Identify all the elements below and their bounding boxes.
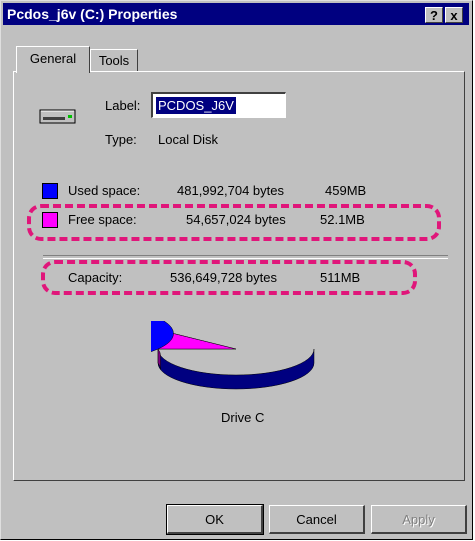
label-caption: Label: xyxy=(105,98,141,113)
used-space-bytes: 481,992,704 bytes xyxy=(177,183,284,198)
tab-general[interactable]: General xyxy=(16,46,90,73)
properties-window: Pcdos_j6v (C:) Properties ? x General To… xyxy=(0,0,473,540)
used-space-caption: Used space: xyxy=(68,183,141,198)
help-button[interactable]: ? xyxy=(425,7,443,23)
apply-button[interactable]: Apply xyxy=(371,505,467,534)
used-space-swatch xyxy=(42,183,58,199)
divider xyxy=(43,255,448,259)
used-space-size: 459MB xyxy=(325,183,367,198)
tab-tools[interactable]: Tools xyxy=(90,49,138,71)
close-button[interactable]: x xyxy=(445,7,463,23)
drive-caption: Drive C xyxy=(221,410,265,425)
pie-side-used xyxy=(157,348,315,390)
capacity-highlight xyxy=(41,260,417,295)
hard-drive-icon xyxy=(39,109,76,124)
label-input[interactable]: PCDOS_J6V xyxy=(151,92,286,118)
type-value: Local Disk xyxy=(158,132,218,147)
type-caption: Type: xyxy=(105,132,137,147)
title-bar: Pcdos_j6v (C:) Properties ? x xyxy=(3,3,469,25)
window-title: Pcdos_j6v (C:) Properties xyxy=(7,6,178,22)
free-space-highlight xyxy=(27,204,441,241)
ok-button[interactable]: OK xyxy=(166,504,264,535)
cancel-button[interactable]: Cancel xyxy=(269,505,365,534)
disk-usage-pie xyxy=(151,321,315,390)
label-input-value[interactable]: PCDOS_J6V xyxy=(156,97,236,114)
